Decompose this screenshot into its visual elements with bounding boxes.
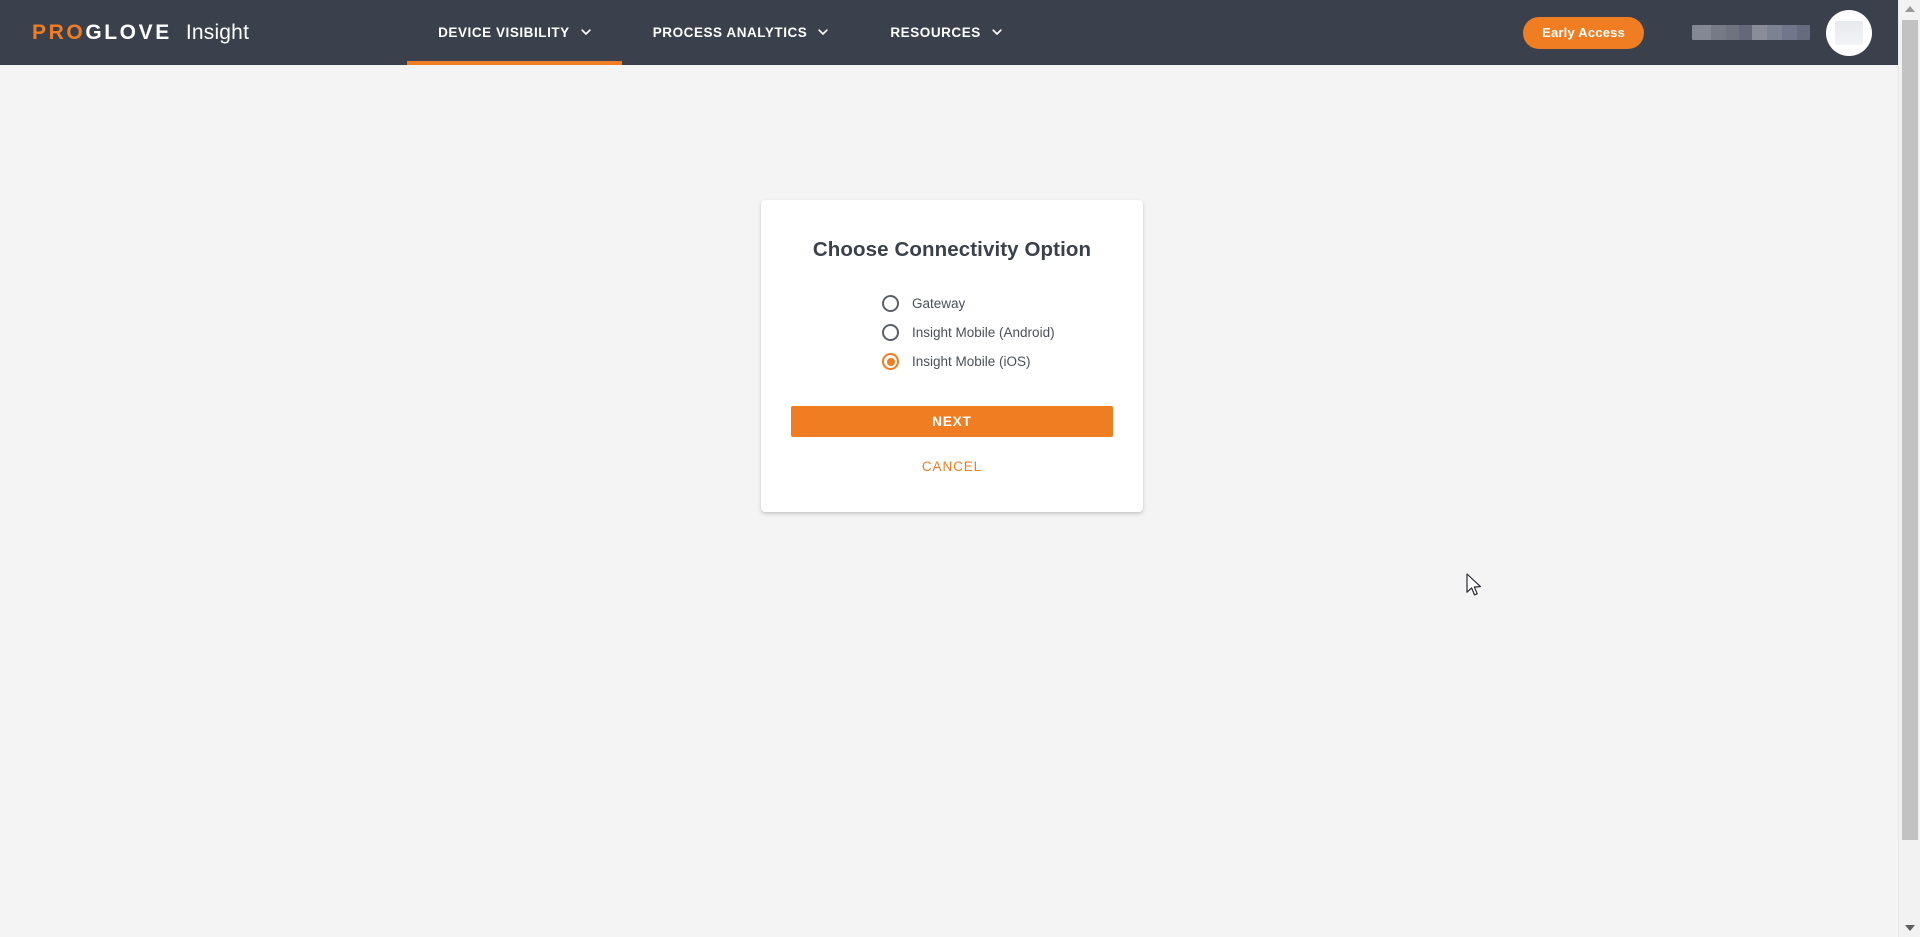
nav-item-device-visibility[interactable]: DEVICE VISIBILITY bbox=[407, 0, 622, 65]
user-name-redacted bbox=[1692, 25, 1810, 40]
nav-label-device-visibility: DEVICE VISIBILITY bbox=[438, 25, 570, 40]
logo-product-text: Insight bbox=[185, 20, 250, 44]
avatar-image bbox=[1835, 20, 1863, 45]
brand-logo[interactable]: PRO GLOVE Insight bbox=[32, 21, 249, 45]
chevron-down-icon bbox=[818, 27, 829, 37]
nav-label-process-analytics: PROCESS ANALYTICS bbox=[652, 25, 808, 40]
connectivity-radio-group: Gateway Insight Mobile (Android) Insight… bbox=[791, 289, 1113, 376]
triangle-down-icon bbox=[1904, 925, 1915, 931]
scroll-up-button[interactable] bbox=[1899, 0, 1920, 18]
top-navigation-bar: PRO GLOVE Insight DEVICE VISIBILITY PROCE… bbox=[0, 0, 1898, 65]
nav-item-resources[interactable]: RESOURCES bbox=[859, 0, 1032, 65]
radio-label-insight-mobile-android: Insight Mobile (Android) bbox=[912, 325, 1055, 340]
early-access-button[interactable]: Early Access bbox=[1523, 16, 1644, 49]
cancel-button[interactable]: CANCEL bbox=[791, 458, 1113, 475]
nav-label-resources: RESOURCES bbox=[890, 25, 981, 40]
mouse-cursor bbox=[1466, 573, 1484, 599]
dialog-title: Choose Connectivity Option bbox=[812, 238, 1092, 261]
chevron-down-icon bbox=[581, 27, 591, 37]
main-nav: DEVICE VISIBILITY PROCESS ANALYTICS RESO… bbox=[407, 0, 1033, 65]
header-right-group: Early Access bbox=[1523, 9, 1872, 56]
chevron-down-icon bbox=[992, 27, 1002, 37]
radio-icon-insight-mobile-android[interactable] bbox=[882, 324, 899, 341]
radio-label-gateway: Gateway bbox=[912, 296, 966, 311]
logo-glove-text: GLOVE bbox=[85, 20, 172, 44]
radio-option-gateway[interactable]: Gateway bbox=[882, 289, 1113, 318]
connectivity-option-dialog: Choose Connectivity Option Gateway Insig… bbox=[761, 200, 1143, 512]
radio-label-insight-mobile-ios: Insight Mobile (iOS) bbox=[912, 354, 1031, 369]
app-root: PRO GLOVE Insight DEVICE VISIBILITY PROCE… bbox=[0, 0, 1920, 937]
scrollbar-thumb[interactable] bbox=[1902, 20, 1918, 840]
radio-icon-insight-mobile-ios[interactable] bbox=[882, 353, 899, 370]
avatar[interactable] bbox=[1826, 9, 1872, 56]
page-scrollbar[interactable] bbox=[1898, 0, 1920, 937]
radio-icon-gateway[interactable] bbox=[882, 295, 899, 312]
logo-pro-text: PRO bbox=[32, 20, 86, 44]
scroll-down-button[interactable] bbox=[1899, 919, 1920, 937]
radio-option-insight-mobile-android[interactable]: Insight Mobile (Android) bbox=[882, 318, 1113, 347]
triangle-up-icon bbox=[1904, 6, 1915, 12]
radio-option-insight-mobile-ios[interactable]: Insight Mobile (iOS) bbox=[882, 347, 1113, 376]
next-button[interactable]: NEXT bbox=[791, 406, 1113, 437]
nav-item-process-analytics[interactable]: PROCESS ANALYTICS bbox=[622, 0, 860, 65]
